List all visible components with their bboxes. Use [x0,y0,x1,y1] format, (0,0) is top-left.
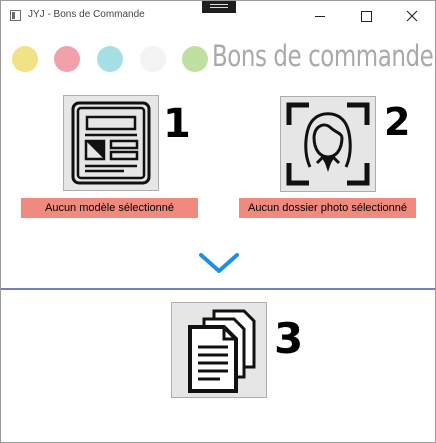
color-dot-white[interactable] [140,46,166,72]
app-window: JYJ - Bons de Commande Bons de commande … [0,0,436,443]
drag-grip-icon[interactable] [202,1,236,13]
template-layout-icon [71,101,151,185]
color-dot-yellow[interactable] [12,46,38,72]
window-title: JYJ - Bons de Commande [28,9,145,20]
select-photo-folder-button[interactable] [280,96,376,192]
generate-documents-button[interactable] [171,302,267,398]
title-bar[interactable]: JYJ - Bons de Commande [1,1,435,31]
maximize-icon [360,10,372,22]
documents-stack-icon [188,309,256,393]
minimize-button[interactable] [297,1,343,31]
color-dot-green[interactable] [182,46,208,72]
photo-folder-status-badge: Aucun dossier photo sélectionné [239,198,416,218]
step-number-1: 1 [163,101,191,147]
close-icon [406,10,418,22]
template-status-badge: Aucun modèle sélectionné [21,198,198,218]
step-number-2: 2 [384,100,411,144]
app-title: Bons de commande [212,39,434,73]
section-divider [1,288,435,290]
color-dot-cyan[interactable] [97,46,123,72]
maximize-button[interactable] [343,1,389,31]
color-dot-pink[interactable] [54,46,80,72]
face-scan-photo-icon [286,102,370,186]
minimize-icon [315,15,325,17]
step-number-3: 3 [274,314,304,363]
app-icon [10,10,21,21]
close-button[interactable] [389,1,435,31]
chevron-down-icon [198,251,240,279]
select-template-button[interactable] [63,95,159,191]
